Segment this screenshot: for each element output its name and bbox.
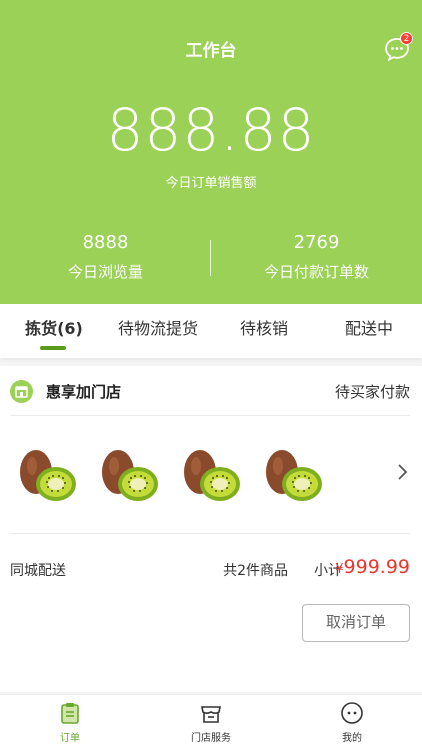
currency-symbol: ¥ bbox=[335, 562, 344, 577]
tab-awaiting-verification[interactable]: 待核销 bbox=[226, 304, 302, 358]
product-thumbnail bbox=[16, 446, 80, 504]
nav-label: 门店服务 bbox=[191, 733, 231, 744]
nav-label: 我的 bbox=[342, 733, 362, 744]
subtotal-price: ¥999.99 bbox=[335, 556, 410, 578]
stat-paid-orders: 2769 今日付款订单数 bbox=[211, 232, 422, 282]
kiwi-fruit-icon bbox=[266, 450, 322, 501]
item-count: 共2件商品 bbox=[223, 563, 288, 579]
product-thumbnail bbox=[262, 446, 326, 504]
stat-label: 今日付款订单数 bbox=[263, 263, 369, 281]
product-thumbnail bbox=[98, 446, 162, 504]
stat-value: 8888 bbox=[82, 232, 129, 253]
product-list[interactable] bbox=[10, 416, 410, 534]
storefront-icon bbox=[10, 380, 33, 403]
kiwi-fruit-icon bbox=[184, 450, 240, 501]
chevron-right-icon[interactable] bbox=[396, 462, 410, 482]
nav-item-store-service[interactable]: 门店服务 bbox=[141, 701, 281, 744]
message-badge: 2 bbox=[400, 32, 413, 45]
cancel-order-button[interactable]: 取消订单 bbox=[302, 604, 410, 642]
stat-label: 今日浏览量 bbox=[67, 263, 143, 281]
subtotal-value: 999.99 bbox=[343, 556, 410, 578]
tab-awaiting-pickup[interactable]: 待物流提货 bbox=[110, 304, 206, 358]
message-button[interactable]: 2 bbox=[384, 32, 413, 62]
clipboard-icon bbox=[61, 703, 79, 724]
tab-active-indicator bbox=[40, 346, 66, 350]
kiwi-fruit-icon bbox=[20, 450, 76, 501]
nav-label: 订单 bbox=[60, 733, 80, 744]
order-status: 待买家付款 bbox=[334, 383, 410, 401]
order-tabs: 拣货(6) 待物流提货 待核销 配送中 bbox=[0, 304, 422, 358]
store-name: 惠享加门店 bbox=[46, 383, 122, 401]
bottom-navigation: 订单 门店服务 我的 bbox=[0, 694, 422, 750]
kiwi-fruit-icon bbox=[102, 450, 158, 501]
stat-value: 2769 bbox=[293, 232, 340, 253]
tab-delivering[interactable]: 配送中 bbox=[330, 304, 408, 358]
dashboard-header: 工作台 2 888.88 今日订单销售额 8888 今日浏览量 2769 今日付… bbox=[0, 0, 422, 304]
product-thumbnail bbox=[180, 446, 244, 504]
delivery-type: 同城配送 bbox=[10, 563, 66, 579]
store-row: 惠享加门店 待买家付款 bbox=[10, 366, 410, 416]
order-summary: 同城配送 共2件商品 小计 ¥999.99 bbox=[10, 554, 410, 582]
store-icon bbox=[201, 706, 221, 723]
order-card[interactable]: 惠享加门店 待买家付款 同城配送 共2件商品 小计 ¥999.99 取消订单 bbox=[0, 366, 422, 692]
sales-amount: 888.88 bbox=[106, 96, 316, 164]
nav-item-orders[interactable]: 订单 bbox=[0, 701, 140, 744]
page-title: 工作台 bbox=[185, 41, 237, 61]
sales-amount-label: 今日订单销售额 bbox=[165, 176, 257, 191]
face-icon bbox=[341, 702, 363, 724]
stat-page-views: 8888 今日浏览量 bbox=[0, 232, 211, 282]
nav-item-mine[interactable]: 我的 bbox=[282, 701, 422, 744]
